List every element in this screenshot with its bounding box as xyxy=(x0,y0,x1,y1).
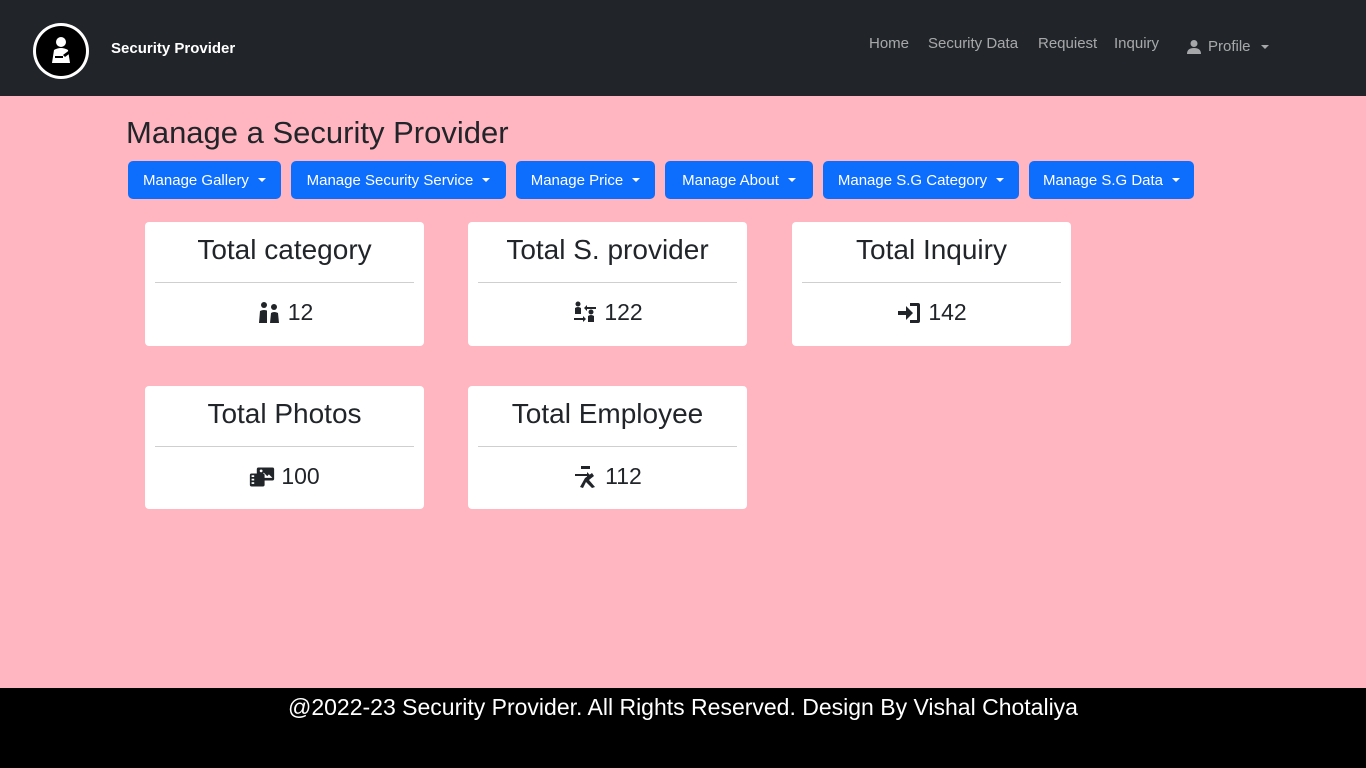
card-value: 142 xyxy=(928,299,967,325)
chevron-down-icon xyxy=(1172,178,1181,182)
manage-price-button[interactable]: Manage Price xyxy=(516,161,655,199)
card-title: Total category xyxy=(197,234,372,265)
nav-link-requiest[interactable]: Requiest xyxy=(1038,35,1097,52)
security-guard-logo[interactable] xyxy=(33,23,89,79)
card-value: 12 xyxy=(287,299,314,325)
nav-link-inquiry[interactable]: Inquiry xyxy=(1114,35,1159,52)
stat-card-category: Total category 12 xyxy=(145,222,424,346)
photo-film-icon xyxy=(249,464,275,490)
card-title: Total Photos xyxy=(207,398,362,429)
card-title: Total Employee xyxy=(511,398,704,429)
manage-security-service-label: Manage Security Service xyxy=(306,171,474,189)
manage-sg-category-button[interactable]: Manage S.G Category xyxy=(823,161,1019,199)
chevron-down-icon xyxy=(632,178,641,182)
manage-gallery-label: Manage Gallery xyxy=(143,171,249,189)
manage-sg-data-label: Manage S.G Data xyxy=(1042,171,1164,189)
chevron-down-icon xyxy=(996,178,1005,182)
manage-about-label: Manage About xyxy=(682,171,779,189)
brand-name[interactable]: Security Provider xyxy=(111,40,235,57)
card-divider xyxy=(155,446,414,447)
people-arrows-icon xyxy=(572,300,598,326)
manage-security-service-button[interactable]: Manage Security Service xyxy=(291,161,506,199)
stat-card-employee: Total Employee 112 xyxy=(468,386,747,509)
manage-about-button[interactable]: Manage About xyxy=(665,161,813,199)
user-icon xyxy=(1187,39,1201,54)
manage-price-label: Manage Price xyxy=(530,171,624,189)
card-value: 122 xyxy=(604,299,643,325)
footer: @2022-23 Security Provider. All Rights R… xyxy=(0,688,1366,768)
card-title: Total Inquiry xyxy=(856,234,1007,265)
nav-link-security-data[interactable]: Security Data xyxy=(928,35,1018,52)
card-value: 100 xyxy=(281,463,320,489)
chevron-down-icon xyxy=(482,178,491,182)
chevron-down-icon xyxy=(787,178,796,182)
chevron-down-icon xyxy=(257,178,266,182)
manage-sg-data-button[interactable]: Manage S.G Data xyxy=(1029,161,1194,199)
card-title: Total S. provider xyxy=(506,234,709,265)
stat-card-s-provider: Total S. provider 122 xyxy=(468,222,747,346)
sign-in-icon xyxy=(896,300,922,326)
card-divider xyxy=(802,282,1061,283)
person-walking-icon xyxy=(573,464,599,490)
chevron-down-icon xyxy=(1260,44,1269,49)
card-divider xyxy=(478,282,737,283)
card-divider xyxy=(478,446,737,447)
manage-sg-category-label: Manage S.G Category xyxy=(837,171,988,189)
stat-card-inquiry: Total Inquiry 142 xyxy=(792,222,1071,346)
footer-copyright: @2022-23 Security Provider. All Rights R… xyxy=(288,694,1078,720)
card-value: 112 xyxy=(605,463,642,489)
manage-gallery-button[interactable]: Manage Gallery xyxy=(128,161,281,199)
nav-profile-dropdown[interactable]: Profile xyxy=(1186,38,1269,55)
nav-link-home[interactable]: Home xyxy=(869,35,909,52)
profile-label: Profile xyxy=(1208,38,1251,55)
navbar: Security Provider Home Security Data Req… xyxy=(0,0,1366,96)
card-divider xyxy=(155,282,414,283)
guard-figure-icon xyxy=(52,37,73,63)
people-icon xyxy=(256,300,282,326)
stat-card-photos: Total Photos 100 xyxy=(145,386,424,509)
page-title: Manage a Security Provider xyxy=(126,115,509,150)
